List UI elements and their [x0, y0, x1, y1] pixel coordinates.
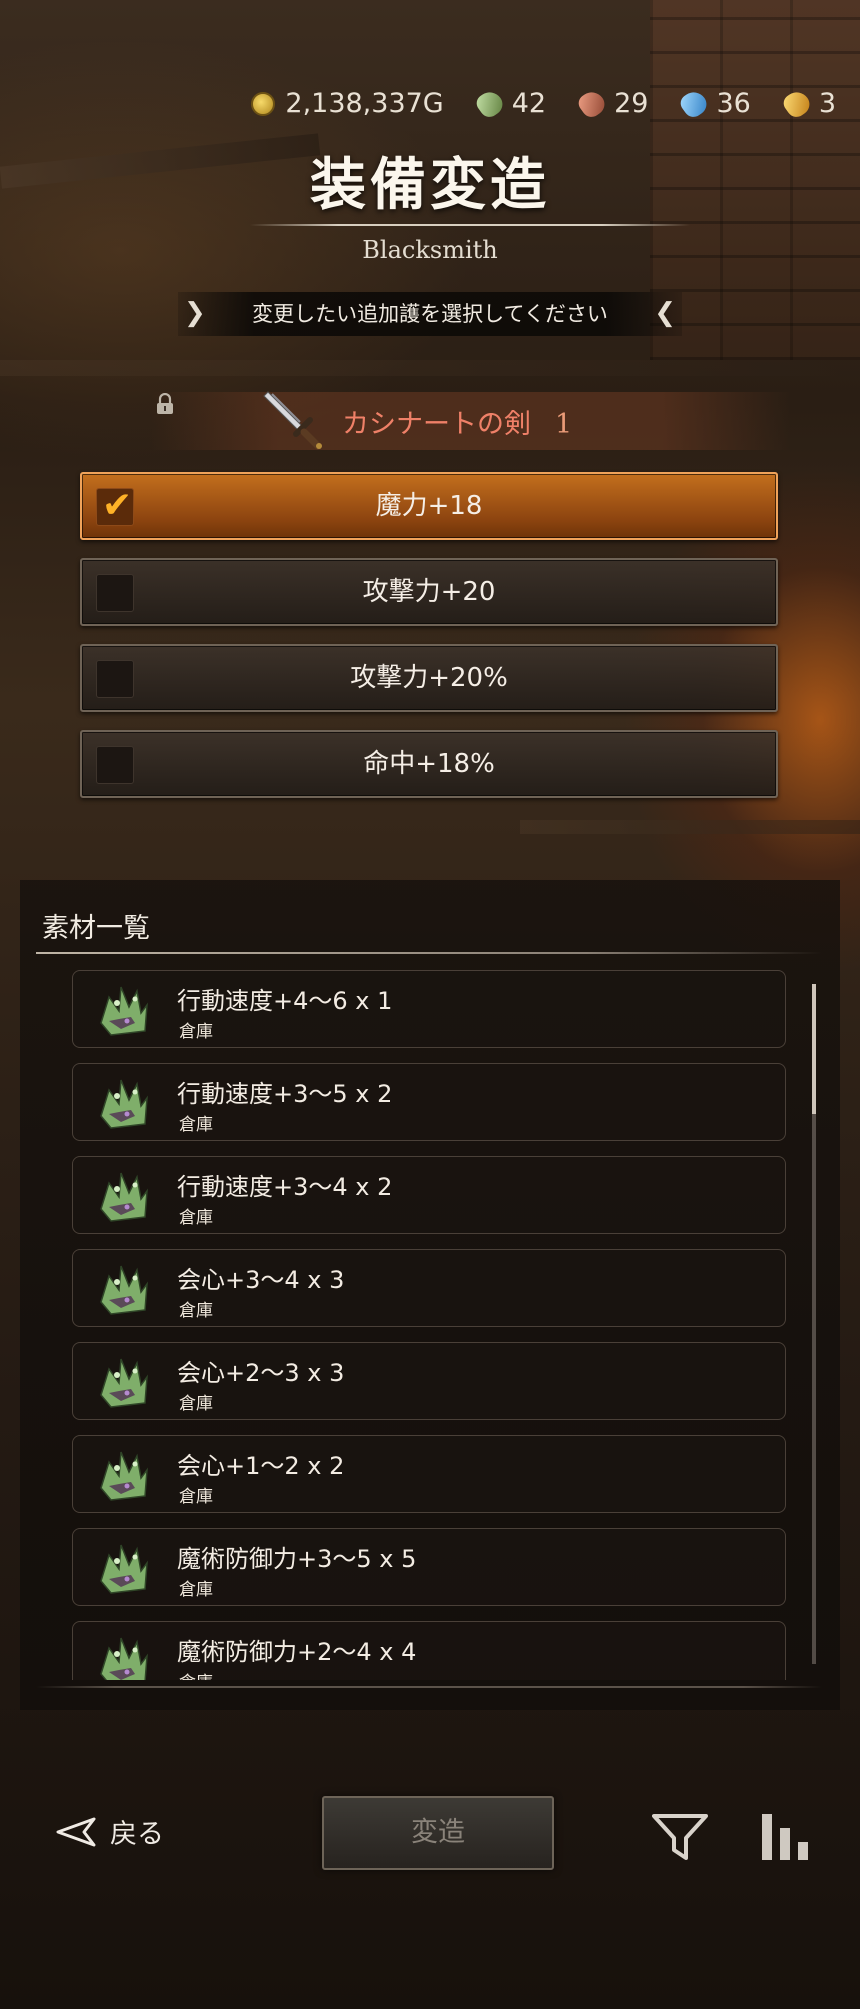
material-location: 倉庫: [179, 1115, 213, 1135]
option-label: 命中+18%: [363, 749, 495, 779]
chevron-left-icon: ❮: [654, 298, 676, 328]
equipment-name: カシナートの剣 1: [342, 402, 572, 441]
materials-divider: [36, 952, 822, 954]
currency-red-ore: 29: [575, 86, 649, 121]
material-item[interactable]: 会心+3～4 x 3 倉庫: [72, 1249, 786, 1327]
currency-bar: 2,138,337G 42 29 36 3: [251, 86, 836, 121]
currency-value: 29: [614, 88, 649, 119]
sword-icon: [263, 391, 322, 450]
crystal-material-icon: [100, 1172, 148, 1222]
blue-ore-icon: [677, 86, 712, 121]
equipment-name-text: カシナートの剣: [342, 409, 531, 440]
material-location: 倉庫: [179, 1394, 213, 1414]
option-row[interactable]: 攻撃力+20: [80, 558, 778, 626]
crystal-material-icon: [100, 1358, 148, 1408]
currency-value: 3: [818, 88, 836, 119]
page-subtitle: Blacksmith: [362, 236, 498, 264]
material-item[interactable]: 会心+1～2 x 2 倉庫: [72, 1435, 786, 1513]
sort-icon[interactable]: [758, 1810, 814, 1862]
option-row[interactable]: 命中+18%: [80, 730, 778, 798]
material-location: 倉庫: [179, 1301, 213, 1321]
crystal-material-icon: [100, 1544, 148, 1594]
currency-value: 42: [511, 88, 547, 119]
material-item[interactable]: 行動速度+3～5 x 2 倉庫: [72, 1063, 786, 1141]
material-item[interactable]: 会心+2～3 x 3 倉庫: [72, 1342, 786, 1420]
beam-decoration: [0, 360, 860, 376]
green-ore-icon: [473, 86, 507, 121]
instruction-banner: ❯ 変更したい追加護を選択してください ❮: [178, 292, 682, 336]
material-item[interactable]: 魔術防御力+3～5 x 5 倉庫: [72, 1528, 786, 1606]
instruction-text: 変更したい追加護を選択してください: [252, 302, 608, 326]
back-button[interactable]: 戻る: [54, 1812, 164, 1851]
materials-list[interactable]: 行動速度+4～6 x 1 倉庫 行動速度+3～5 x 2 倉庫 行動速度+3～4…: [72, 968, 788, 1680]
material-name: 会心+1～2 x 2: [177, 1452, 345, 1480]
option-label: 攻撃力+20: [362, 577, 496, 607]
currency-gold-ore: 3: [780, 86, 836, 121]
option-row[interactable]: ✔ 魔力+18: [80, 472, 778, 540]
materials-scrollbar[interactable]: [812, 984, 816, 1664]
material-name: 魔術防御力+3～5 x 5: [177, 1545, 417, 1573]
materials-bottom-divider: [36, 1686, 822, 1688]
crystal-material-icon: [100, 1079, 148, 1129]
currency-value: 36: [716, 88, 751, 119]
material-location: 倉庫: [179, 1022, 213, 1042]
page-title: 装備変造: [310, 152, 550, 218]
crystal-material-icon: [100, 986, 148, 1036]
material-name: 行動速度+3～4 x 2: [177, 1173, 393, 1201]
beam-decoration: [520, 820, 860, 834]
back-arrow-icon: [56, 1817, 96, 1846]
lock-icon: [157, 393, 173, 414]
scrollbar-thumb[interactable]: [812, 984, 816, 1114]
equipment-level: 1: [555, 409, 573, 440]
material-item[interactable]: 行動速度+3～4 x 2 倉庫: [72, 1156, 786, 1234]
crystal-material-icon: [100, 1637, 148, 1680]
material-item[interactable]: 魔術防御力+2～4 x 4 倉庫: [72, 1621, 786, 1680]
chevron-right-icon: ❯: [184, 298, 206, 328]
currency-gold: 2,138,337G: [251, 88, 444, 119]
currency-green-ore: 42: [473, 86, 547, 121]
material-name: 会心+3～4 x 3: [177, 1266, 345, 1294]
option-row[interactable]: 攻撃力+20%: [80, 644, 778, 712]
material-name: 会心+2～3 x 3: [177, 1359, 345, 1387]
currency-blue-ore: 36: [677, 86, 751, 121]
crystal-material-icon: [100, 1265, 148, 1315]
material-location: 倉庫: [179, 1580, 213, 1600]
material-location: 倉庫: [179, 1487, 213, 1507]
material-name: 行動速度+4～6 x 1: [177, 987, 393, 1015]
option-label: 魔力+18: [375, 491, 483, 521]
title-divider: [250, 224, 690, 226]
crystal-material-icon: [100, 1451, 148, 1501]
material-location: 倉庫: [179, 1668, 213, 1680]
gold-coin-icon: [251, 91, 276, 116]
material-item[interactable]: 行動速度+4～6 x 1 倉庫: [72, 970, 786, 1048]
gold-ore-icon: [780, 86, 814, 121]
materials-title: 素材一覧: [42, 913, 150, 944]
material-name: 行動速度+3～5 x 2: [177, 1080, 393, 1108]
red-ore-icon: [575, 86, 609, 121]
currency-value: 2,138,337G: [285, 88, 444, 119]
convert-button[interactable]: 変造: [322, 1796, 554, 1870]
option-label: 攻撃力+20%: [350, 663, 508, 693]
material-location: 倉庫: [179, 1208, 213, 1228]
material-name: 魔術防御力+2～4 x 4: [177, 1638, 417, 1666]
filter-icon[interactable]: [652, 1812, 708, 1862]
back-label: 戻る: [110, 1819, 164, 1850]
